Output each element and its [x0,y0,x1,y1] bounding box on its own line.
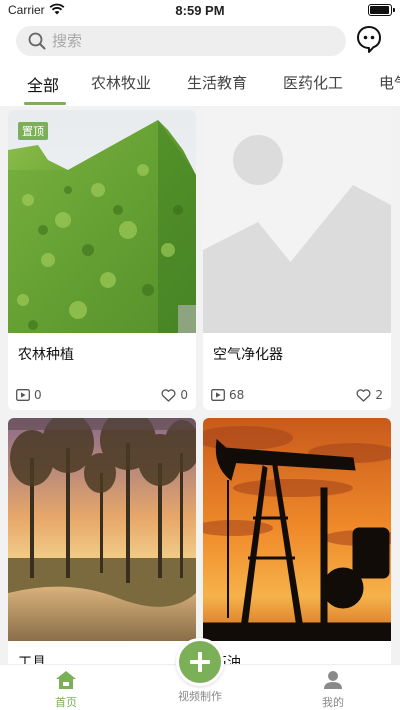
card-stats: 68 2 [211,388,383,404]
view-count: 68 [211,388,244,402]
home-icon [56,671,76,689]
active-tab-indicator [24,102,66,105]
ivy-building-thumbnail [8,110,196,333]
card-title: 空气净化器 [213,347,283,363]
forest-sunset-thumbnail [8,418,196,641]
battery-icon [368,4,395,16]
search-icon [28,32,46,54]
video-card[interactable]: 置顶 农林种植 0 0 [8,110,196,410]
create-video-label: 视频制作 [178,690,222,703]
view-count-value: 0 [34,388,42,402]
user-icon [324,671,342,689]
card-title: 农林种植 [18,347,74,363]
view-count: 0 [16,388,42,402]
search-bar[interactable] [16,26,346,56]
chat-bubble-icon[interactable] [356,25,382,53]
tab-agriculture-forestry[interactable]: 农林牧业 [91,72,151,93]
play-icon [211,389,225,401]
nav-home[interactable]: 首页 [26,665,106,710]
tab-all[interactable]: 全部 [27,72,59,96]
oil-pump-thumbnail [203,418,391,641]
search-input[interactable] [52,30,332,52]
like-count[interactable]: 2 [356,388,383,402]
play-icon [16,389,30,401]
video-card[interactable]: 工具 [8,418,196,678]
nav-home-label: 首页 [55,696,77,709]
video-card[interactable]: 石油 [203,418,391,678]
heart-icon [356,388,371,402]
tab-medicine-chemical[interactable]: 医药化工 [283,72,343,93]
view-count-value: 68 [229,388,245,402]
category-tabs: 全部 农林牧业 生活教育 医药化工 电气 [0,66,400,106]
header: 全部 农林牧业 生活教育 医药化工 电气 [0,22,400,106]
status-bar: Carrier 8:59 PM [0,0,400,22]
like-count-value: 0 [180,388,188,402]
video-card[interactable]: 空气净化器 68 2 [203,110,391,410]
tab-life-education[interactable]: 生活教育 [187,72,247,93]
nav-mine[interactable]: 我的 [293,665,373,710]
create-video-button[interactable] [176,638,224,686]
card-stats: 0 0 [16,388,188,404]
tab-electrical[interactable]: 电气 [379,72,400,93]
pinned-badge: 置顶 [18,122,48,140]
clock: 8:59 PM [175,3,225,18]
like-count[interactable]: 0 [161,388,188,402]
placeholder-image-icon [203,110,391,333]
heart-icon [161,388,176,402]
like-count-value: 2 [375,388,383,402]
nav-mine-label: 我的 [322,696,344,709]
